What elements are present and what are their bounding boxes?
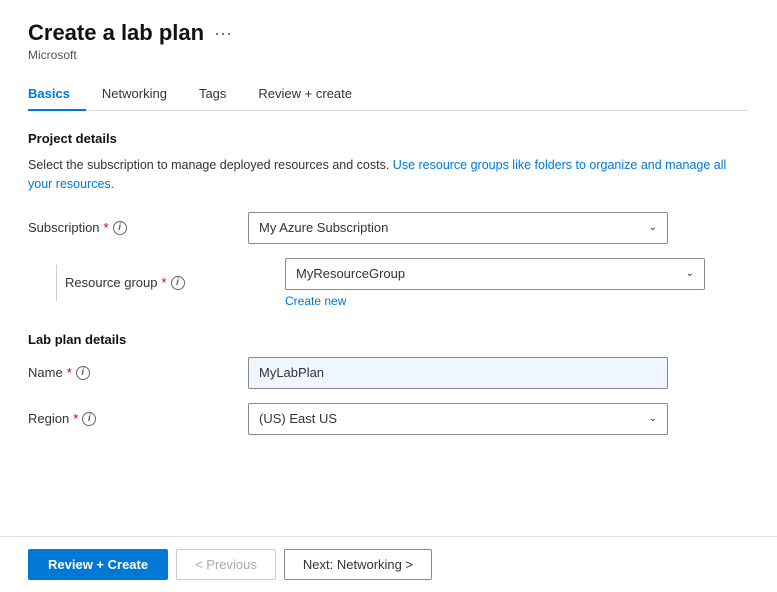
name-required: * <box>67 365 72 380</box>
region-chevron-icon: ⌄ <box>649 413 657 424</box>
resource-group-dropdown[interactable]: MyResourceGroup ⌄ <box>285 258 705 290</box>
name-control <box>248 357 668 389</box>
project-details-heading: Project details <box>28 131 749 146</box>
page-subtitle: Microsoft <box>28 48 749 62</box>
name-row: Name * i <box>28 357 749 389</box>
region-dropdown[interactable]: (US) East US ⌄ <box>248 403 668 435</box>
create-new-link[interactable]: Create new <box>285 294 705 308</box>
previous-button[interactable]: < Previous <box>176 549 276 580</box>
page-title: Create a lab plan <box>28 20 204 46</box>
subscription-control: My Azure Subscription ⌄ <box>248 212 668 244</box>
region-control: (US) East US ⌄ <box>248 403 668 435</box>
resource-group-label: Resource group * i <box>65 275 285 290</box>
labplan-details-heading: Lab plan details <box>28 332 749 347</box>
footer: Review + Create < Previous Next: Network… <box>0 536 777 592</box>
subscription-value: My Azure Subscription <box>259 220 388 235</box>
subscription-dropdown[interactable]: My Azure Subscription ⌄ <box>248 212 668 244</box>
name-info-icon[interactable]: i <box>76 366 90 380</box>
page-menu-icon[interactable]: ··· <box>214 23 232 44</box>
resource-group-value: MyResourceGroup <box>296 266 405 281</box>
tab-networking[interactable]: Networking <box>102 78 183 111</box>
next-button[interactable]: Next: Networking > <box>284 549 432 580</box>
region-info-icon[interactable]: i <box>82 412 96 426</box>
review-create-button[interactable]: Review + Create <box>28 549 168 580</box>
name-input[interactable] <box>248 357 668 389</box>
resource-group-control: MyResourceGroup ⌄ Create new <box>285 258 705 308</box>
subscription-info-icon[interactable]: i <box>113 221 127 235</box>
project-details-section: Project details Select the subscription … <box>28 131 749 308</box>
resource-group-chevron-icon: ⌄ <box>686 268 694 279</box>
subscription-label: Subscription * i <box>28 220 248 235</box>
tab-nav: Basics Networking Tags Review + create <box>28 78 749 111</box>
region-required: * <box>73 411 78 426</box>
project-description: Select the subscription to manage deploy… <box>28 156 749 194</box>
name-label: Name * i <box>28 365 248 380</box>
region-label: Region * i <box>28 411 248 426</box>
labplan-details-section: Lab plan details Name * i Region * i (US… <box>28 332 749 435</box>
subscription-row: Subscription * i My Azure Subscription ⌄ <box>28 212 749 244</box>
tab-tags[interactable]: Tags <box>199 78 242 111</box>
subscription-chevron-icon: ⌄ <box>649 222 657 233</box>
subscription-required: * <box>104 220 109 235</box>
tab-review-create[interactable]: Review + create <box>258 78 368 111</box>
resource-group-row: Resource group * i MyResourceGroup ⌄ Cre… <box>56 258 749 308</box>
resource-group-required: * <box>162 275 167 290</box>
indent-bar <box>56 265 57 301</box>
region-value: (US) East US <box>259 411 337 426</box>
resource-group-info-icon[interactable]: i <box>171 276 185 290</box>
region-row: Region * i (US) East US ⌄ <box>28 403 749 435</box>
tab-basics[interactable]: Basics <box>28 78 86 111</box>
